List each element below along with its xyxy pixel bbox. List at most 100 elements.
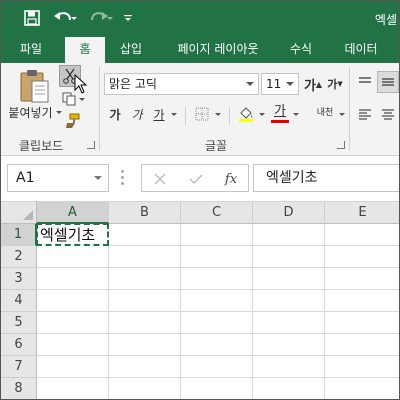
- cell-e3[interactable]: [325, 268, 399, 290]
- align-center-icon[interactable]: [377, 103, 399, 125]
- cell-c4[interactable]: [181, 290, 253, 312]
- cell-b7[interactable]: [109, 356, 181, 378]
- tab-formulas[interactable]: 수식: [281, 37, 321, 63]
- row-header-4[interactable]: 4: [1, 290, 37, 312]
- chevron-down-icon: [286, 82, 294, 86]
- cell-e6[interactable]: [325, 334, 399, 356]
- cell-d3[interactable]: [253, 268, 325, 290]
- column-header-a[interactable]: A: [37, 202, 109, 224]
- cell-a5[interactable]: [37, 312, 109, 334]
- cell-a6[interactable]: [37, 334, 109, 356]
- tab-insert[interactable]: 삽입: [109, 37, 153, 63]
- font-color-dropdown-icon[interactable]: [291, 103, 301, 125]
- borders-icon[interactable]: [191, 103, 213, 125]
- cell-b6[interactable]: [109, 334, 181, 356]
- fill-color-icon[interactable]: [235, 103, 257, 125]
- redo-icon[interactable]: [87, 7, 117, 29]
- cell-e1[interactable]: [325, 224, 399, 246]
- customize-qat-icon[interactable]: [121, 7, 135, 29]
- cell-a2[interactable]: [37, 246, 109, 268]
- formula-input[interactable]: 엑셀기초: [253, 164, 399, 192]
- borders-dropdown-icon[interactable]: [213, 103, 223, 125]
- cell-c8[interactable]: [181, 378, 253, 399]
- undo-icon[interactable]: [51, 7, 81, 29]
- underline-button[interactable]: 가: [149, 103, 169, 125]
- cell-e4[interactable]: [325, 290, 399, 312]
- clipboard-launcher-icon[interactable]: [87, 141, 95, 149]
- column-header-d[interactable]: D: [253, 202, 325, 224]
- cell-c5[interactable]: [181, 312, 253, 334]
- cell-d5[interactable]: [253, 312, 325, 334]
- row-header-3[interactable]: 3: [1, 268, 37, 290]
- cell-e7[interactable]: [325, 356, 399, 378]
- italic-button[interactable]: 가: [127, 103, 147, 125]
- cell-e5[interactable]: [325, 312, 399, 334]
- cell-a4[interactable]: [37, 290, 109, 312]
- cell-c6[interactable]: [181, 334, 253, 356]
- row-header-8[interactable]: 8: [1, 378, 37, 399]
- cell-c1[interactable]: [181, 224, 253, 246]
- cell-c3[interactable]: [181, 268, 253, 290]
- tab-data[interactable]: 데이터: [333, 37, 389, 63]
- name-box[interactable]: A1: [7, 164, 109, 192]
- increase-font-size-button[interactable]: 가 ▲: [303, 73, 323, 95]
- paste-icon[interactable]: [15, 67, 55, 105]
- column-header-c[interactable]: C: [181, 202, 253, 224]
- font-name-select[interactable]: 맑은 고딕: [104, 73, 259, 95]
- select-all-button[interactable]: [1, 202, 37, 224]
- top-align-icon[interactable]: [355, 71, 375, 93]
- cell-c7[interactable]: [181, 356, 253, 378]
- cell-a7[interactable]: [37, 356, 109, 378]
- underline-dropdown-icon[interactable]: [169, 103, 179, 125]
- format-painter-icon[interactable]: [61, 111, 83, 131]
- cell-a1[interactable]: 엑셀기초: [36, 223, 109, 246]
- bold-button[interactable]: 가: [105, 103, 125, 125]
- paste-button[interactable]: 붙여넣기: [5, 101, 65, 123]
- font-color-button[interactable]: 가: [269, 101, 291, 125]
- name-box-value: A1: [16, 170, 35, 186]
- cell-b5[interactable]: [109, 312, 181, 334]
- cell-b8[interactable]: [109, 378, 181, 399]
- tab-page-layout[interactable]: 페이지 레이아웃: [163, 37, 273, 63]
- cell-c2[interactable]: [181, 246, 253, 268]
- column-header-b[interactable]: B: [109, 202, 181, 224]
- font-color-glyph: 가: [274, 103, 286, 119]
- cell-a3[interactable]: [37, 268, 109, 290]
- row-header-2[interactable]: 2: [1, 246, 37, 268]
- cell-a8[interactable]: [37, 378, 109, 399]
- align-left-icon[interactable]: [355, 103, 375, 125]
- cancel-icon[interactable]: [150, 169, 170, 189]
- cell-e8[interactable]: [325, 378, 399, 399]
- cell-d4[interactable]: [253, 290, 325, 312]
- row-header-5[interactable]: 5: [1, 312, 37, 334]
- row-header-1[interactable]: 1: [1, 224, 37, 246]
- copy-button[interactable]: [59, 89, 87, 109]
- cell-d2[interactable]: [253, 246, 325, 268]
- cell-e2[interactable]: [325, 246, 399, 268]
- cell-b2[interactable]: [109, 246, 181, 268]
- font-size-select[interactable]: 11: [261, 73, 299, 95]
- formula-bar-grip-icon[interactable]: [121, 170, 124, 186]
- font-launcher-icon[interactable]: [337, 141, 345, 149]
- middle-align-icon[interactable]: [377, 71, 399, 93]
- phonetic-dropdown-icon[interactable]: [337, 103, 347, 125]
- save-icon[interactable]: [21, 7, 43, 29]
- fill-color-dropdown-icon[interactable]: [257, 103, 267, 125]
- cell-b1[interactable]: [109, 224, 181, 246]
- row-header-7[interactable]: 7: [1, 356, 37, 378]
- cell-d7[interactable]: [253, 356, 325, 378]
- phonetic-button[interactable]: 내천: [311, 101, 339, 125]
- enter-icon[interactable]: [186, 169, 206, 189]
- cell-d8[interactable]: [253, 378, 325, 399]
- insert-function-button[interactable]: fx: [220, 169, 242, 189]
- column-header-e[interactable]: E: [325, 202, 399, 224]
- cell-b4[interactable]: [109, 290, 181, 312]
- tab-home[interactable]: 홈: [65, 37, 105, 63]
- row-header-6[interactable]: 6: [1, 334, 37, 356]
- cell-b3[interactable]: [109, 268, 181, 290]
- divider: [99, 67, 100, 151]
- decrease-font-size-button[interactable]: 가 ▼: [325, 73, 345, 95]
- cell-d1[interactable]: [253, 224, 325, 246]
- tab-file[interactable]: 파일: [7, 37, 55, 63]
- cell-d6[interactable]: [253, 334, 325, 356]
